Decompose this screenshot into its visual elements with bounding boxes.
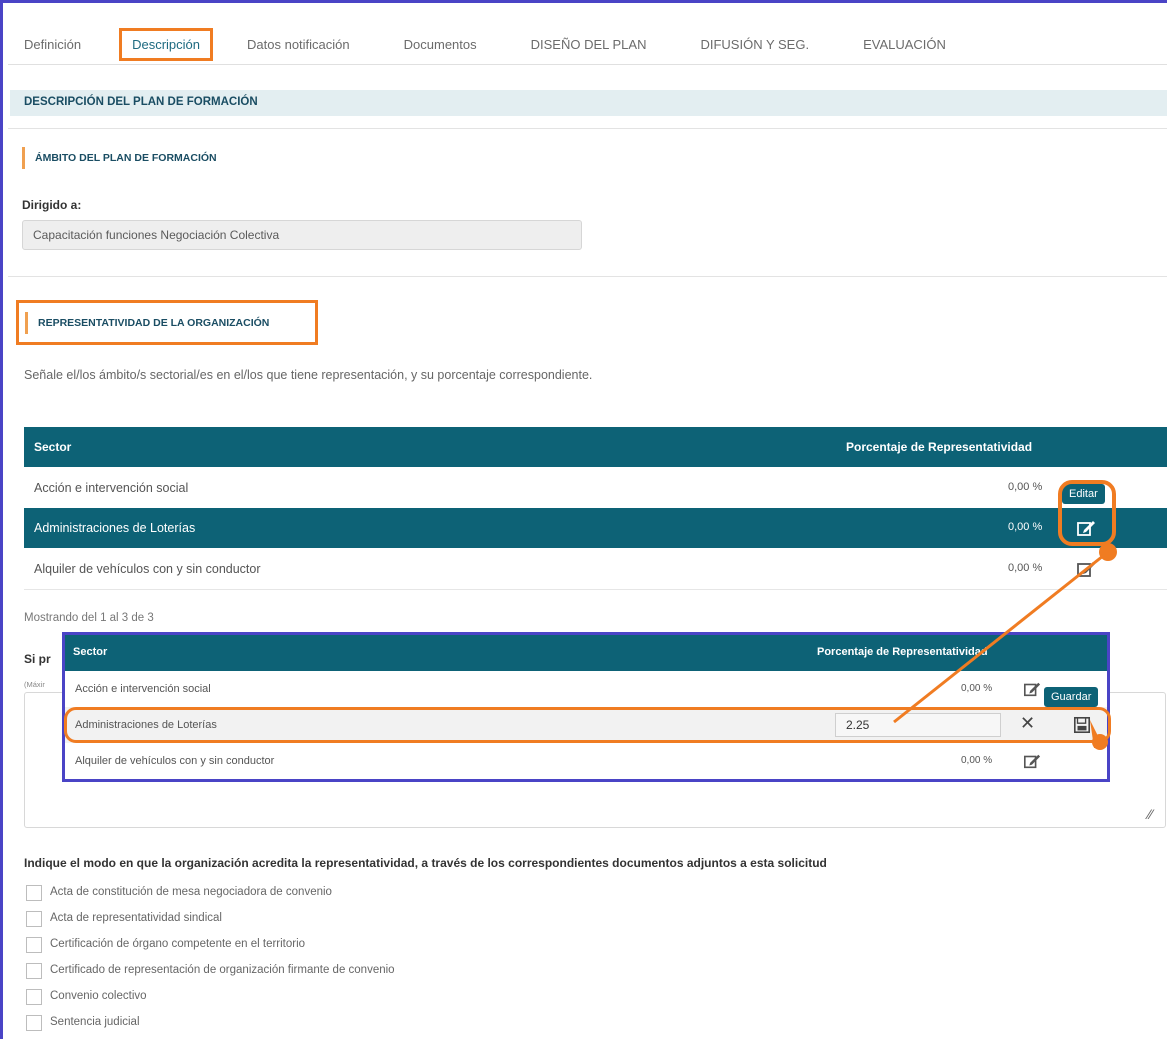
acreditacion-title: Indique el modo en que la organización a… bbox=[24, 856, 827, 870]
checkbox-label: Convenio colectivo bbox=[50, 990, 147, 1002]
checkbox[interactable] bbox=[26, 963, 42, 979]
connector-line bbox=[893, 550, 1109, 724]
checkbox[interactable] bbox=[26, 937, 42, 953]
pointer-dot bbox=[1099, 543, 1117, 561]
checkbox[interactable] bbox=[26, 911, 42, 927]
checkbox-label: Acta de constitución de mesa negociadora… bbox=[50, 886, 332, 898]
checkbox-label: Acta de representatividad sindical bbox=[50, 912, 222, 924]
pointer-dot bbox=[1092, 734, 1108, 750]
checkbox[interactable] bbox=[26, 1015, 42, 1031]
checkbox[interactable] bbox=[26, 989, 42, 1005]
checkbox[interactable] bbox=[26, 885, 42, 901]
checkbox-label: Certificado de representación de organiz… bbox=[50, 964, 395, 976]
annotation-arrows bbox=[893, 543, 1117, 750]
checkbox-label: Sentencia judicial bbox=[50, 1016, 140, 1028]
checkbox-label: Certificación de órgano competente en el… bbox=[50, 938, 306, 950]
